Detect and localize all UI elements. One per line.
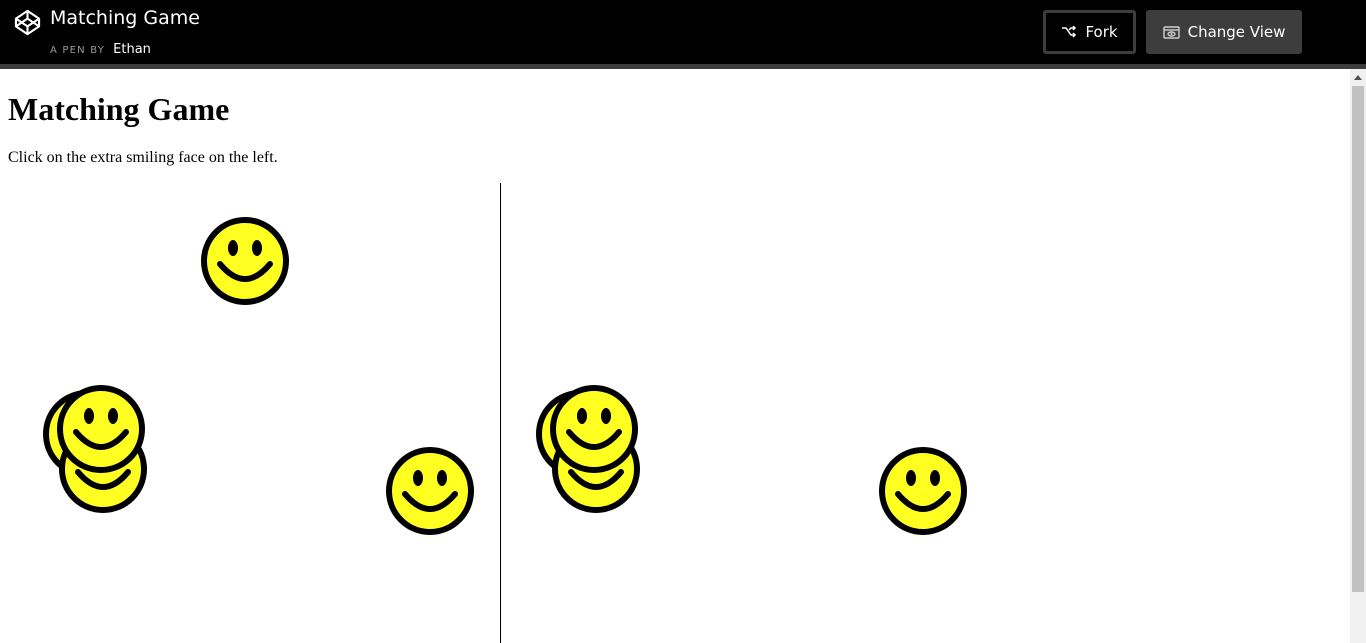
vertical-scrollbar[interactable]	[1350, 69, 1366, 643]
fork-label: Fork	[1085, 23, 1118, 41]
fork-button[interactable]: Fork	[1043, 10, 1136, 54]
pen-byline: A PEN BY Ethan	[50, 38, 151, 57]
smiley-face-icon[interactable]	[385, 446, 475, 536]
smiley-face-icon	[56, 384, 146, 474]
page-title: Matching Game	[8, 91, 230, 127]
change-view-button[interactable]: Change View	[1146, 10, 1302, 54]
right-side-panel	[500, 183, 1000, 643]
change-view-icon	[1162, 26, 1180, 39]
scrollbar-thumb[interactable]	[1352, 86, 1364, 592]
left-side-panel	[0, 183, 501, 643]
pen-title: Matching Game	[50, 7, 200, 29]
fork-icon	[1062, 26, 1077, 38]
smiley-face-icon	[200, 216, 290, 306]
scroll-up-arrow-icon[interactable]	[1350, 69, 1366, 85]
smiley-face-icon	[878, 446, 968, 536]
change-view-label: Change View	[1187, 23, 1286, 41]
instructions-text: Click on the extra smiling face on the l…	[8, 149, 278, 166]
codepen-logo-icon[interactable]	[14, 9, 41, 36]
codepen-header: Matching Game A PEN BY Ethan Fork Change…	[0, 0, 1366, 69]
smiley-face-icon	[549, 384, 639, 474]
author-link[interactable]: Ethan	[113, 42, 151, 57]
preview-frame: Matching Game Click on the extra smiling…	[0, 69, 1350, 643]
pen-by-label: A PEN BY	[50, 45, 106, 56]
